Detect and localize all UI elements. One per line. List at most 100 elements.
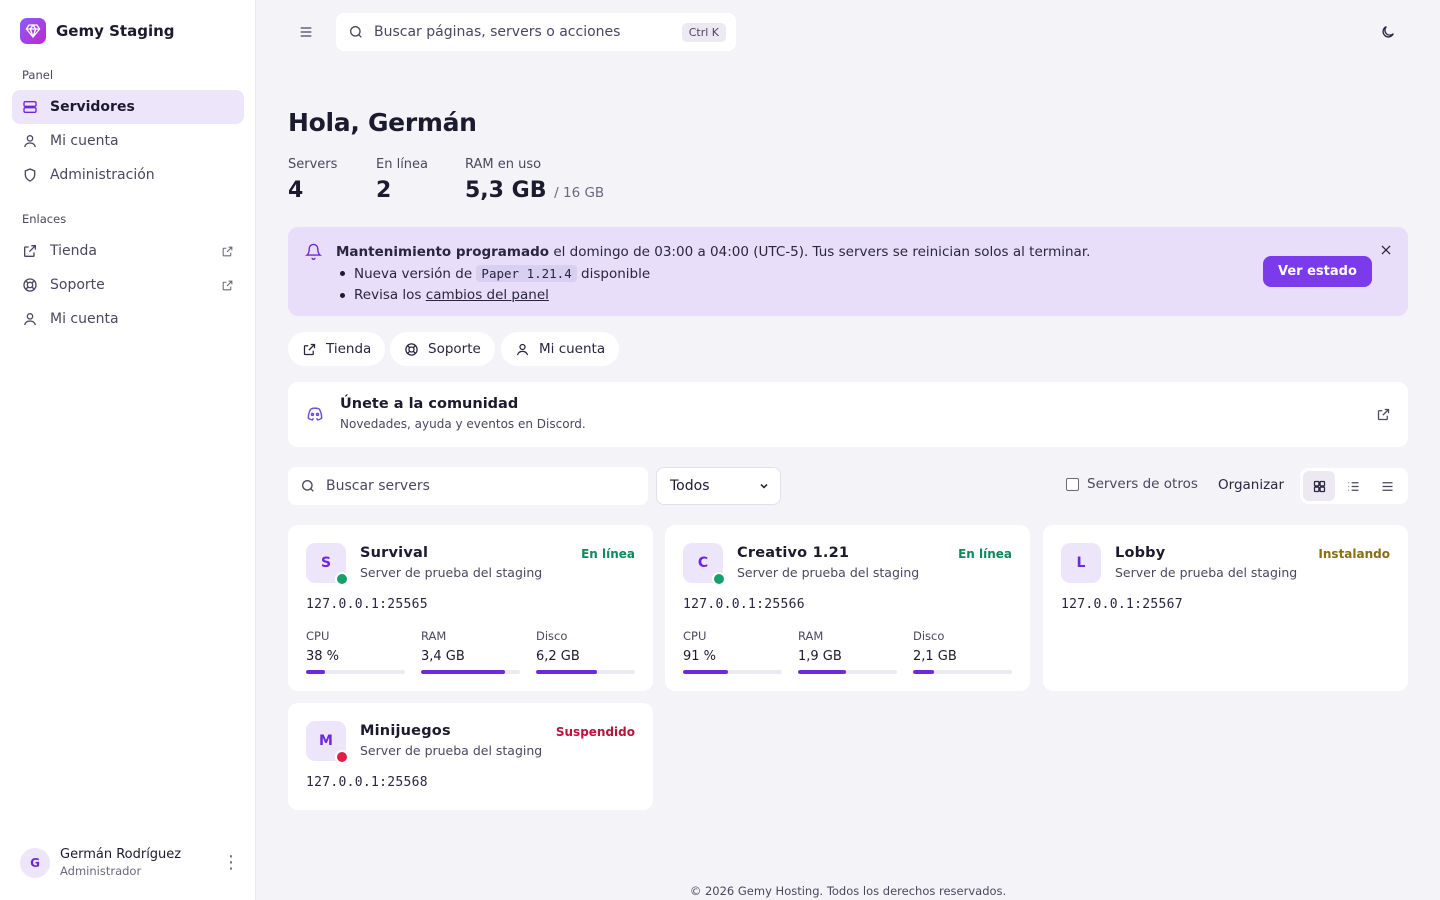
view-status-button[interactable]: Ver estado xyxy=(1263,256,1372,287)
theme-toggle-button[interactable] xyxy=(1380,24,1396,44)
sidebar-item-administracion[interactable]: Administración xyxy=(12,158,244,192)
progress-bar xyxy=(913,670,1012,674)
server-avatar: M xyxy=(306,721,349,764)
user-icon xyxy=(516,343,529,355)
others-label: Servers de otros xyxy=(1087,476,1198,492)
server-address[interactable]: 127.0.0.1:25568 xyxy=(306,775,428,790)
stat-value-wrap: 5,3 GB / 16 GB xyxy=(465,178,604,203)
server-avatar: S xyxy=(306,543,349,586)
stat-label: En línea xyxy=(376,157,429,172)
page-title: Hola, Germán xyxy=(288,108,477,137)
banner-text: Mantenimiento programado el domingo de 0… xyxy=(336,242,1090,306)
sidebar-link-soporte[interactable]: Soporte xyxy=(12,268,244,302)
others-checkbox[interactable] xyxy=(1066,477,1079,491)
lifebuoy-icon xyxy=(405,342,418,356)
more-vertical-icon[interactable]: ⋮ xyxy=(222,853,240,872)
server-search-input[interactable]: Buscar servers xyxy=(288,467,648,505)
stat-sub: / 16 GB xyxy=(554,185,605,201)
progress-bar xyxy=(306,670,405,674)
quick-link-label: Soporte xyxy=(428,341,481,357)
brand[interactable]: Gemy Staging xyxy=(20,18,175,44)
user-profile[interactable]: G Germán Rodríguez Administrador ⋮ xyxy=(20,847,240,878)
version-code: Paper 1.21.4 xyxy=(476,265,577,282)
metric-value: 2,1 GB xyxy=(913,649,957,664)
moon-icon xyxy=(1382,26,1394,38)
sidebar-link-mi-cuenta[interactable]: Mi cuenta xyxy=(12,302,244,336)
nav-section-panel: Panel xyxy=(22,68,54,82)
user-icon xyxy=(24,135,36,148)
list-view-button[interactable] xyxy=(1337,471,1369,501)
metric-disk: Disco 6,2 GB xyxy=(536,629,635,674)
metric-value: 1,9 GB xyxy=(798,649,842,664)
maintenance-banner: Mantenimiento programado el domingo de 0… xyxy=(288,227,1408,316)
user-role: Administrador xyxy=(60,864,142,878)
changelog-link[interactable]: cambios del panel xyxy=(426,287,549,303)
metric-disk: Disco 2,1 GB xyxy=(913,629,1012,674)
server-name: Survival xyxy=(360,545,429,561)
banner-title: Mantenimiento programado xyxy=(336,244,550,260)
progress-fill xyxy=(798,670,846,674)
menu-toggle-button[interactable] xyxy=(298,24,314,44)
status-badge: En línea xyxy=(958,547,1012,561)
banner-item-text: Nueva versión de xyxy=(354,266,477,282)
quick-link-soporte[interactable]: Soporte xyxy=(390,332,495,366)
sidebar-link-tienda[interactable]: Tienda xyxy=(12,234,244,268)
metric-cpu: CPU 91 % xyxy=(683,629,782,674)
server-description: Server de prueba del staging xyxy=(737,565,920,580)
metric-value: 3,4 GB xyxy=(421,649,465,664)
global-search-input[interactable]: Buscar páginas, servers o acciones Ctrl … xyxy=(336,13,736,51)
banner-list-item: Nueva versión de Paper 1.21.4 disponible xyxy=(336,263,1090,285)
server-card-minijuegos[interactable]: M Minijuegos Server de prueba del stagin… xyxy=(288,703,653,810)
grid-icon xyxy=(1313,480,1325,492)
close-banner-button[interactable] xyxy=(1379,243,1393,261)
search-icon xyxy=(302,480,314,492)
organize-button[interactable]: Organizar xyxy=(1218,477,1284,493)
compact-view-button[interactable] xyxy=(1371,471,1403,501)
status-badge: Suspendido xyxy=(555,725,635,739)
sidebar-item-label: Soporte xyxy=(50,277,105,293)
sidebar-item-mi-cuenta[interactable]: Mi cuenta xyxy=(12,124,244,158)
discord-icon xyxy=(307,407,323,421)
quick-link-tienda[interactable]: Tienda xyxy=(288,332,386,366)
view-mode-toggle xyxy=(1300,468,1408,504)
server-name: Minijuegos xyxy=(360,723,451,739)
server-address[interactable]: 127.0.0.1:25566 xyxy=(683,597,805,612)
banner-message: Mantenimiento programado el domingo de 0… xyxy=(336,242,1090,262)
server-address[interactable]: 127.0.0.1:25565 xyxy=(306,597,428,612)
metric-ram: RAM 1,9 GB xyxy=(798,629,897,674)
server-name: Creativo 1.21 xyxy=(737,545,850,561)
external-link-icon xyxy=(24,245,36,257)
server-initial: M xyxy=(319,733,333,749)
select-value: Todos xyxy=(670,478,710,494)
server-address[interactable]: 127.0.0.1:25567 xyxy=(1061,597,1183,612)
sidebar-item-servidores[interactable]: Servidores xyxy=(12,90,244,124)
progress-fill xyxy=(683,670,728,674)
stat-value: 5,3 GB xyxy=(465,178,547,203)
external-link-icon xyxy=(1377,408,1390,421)
gem-logo-icon xyxy=(20,18,46,44)
avatar: G xyxy=(20,847,50,878)
banner-list: Nueva versión de Paper 1.21.4 disponible… xyxy=(336,263,1090,306)
community-subtitle: Novedades, ayuda y eventos en Discord. xyxy=(340,417,586,431)
progress-bar xyxy=(421,670,520,674)
banner-item-text: Revisa los xyxy=(354,287,426,303)
quick-link-mi-cuenta[interactable]: Mi cuenta xyxy=(501,332,620,366)
sidebar-item-label: Servidores xyxy=(50,99,135,115)
search-icon xyxy=(350,26,362,38)
grid-view-button[interactable] xyxy=(1303,471,1335,501)
status-dot xyxy=(712,572,726,586)
server-card-survival[interactable]: S Survival Server de prueba del staging … xyxy=(288,525,653,691)
server-card-creativo[interactable]: C Creativo 1.21 Server de prueba del sta… xyxy=(665,525,1030,691)
footer-text: © 2026 Gemy Hosting. Todos los derechos … xyxy=(689,884,1007,898)
server-card-lobby[interactable]: L Lobby Server de prueba del staging Ins… xyxy=(1043,525,1408,691)
search-placeholder: Buscar servers xyxy=(326,478,430,494)
hamburger-icon xyxy=(300,27,312,37)
stat-online: En línea 2 xyxy=(376,157,428,203)
quick-link-label: Mi cuenta xyxy=(539,341,606,357)
others-servers-toggle[interactable]: Servers de otros xyxy=(1066,476,1198,492)
server-initial: C xyxy=(697,555,709,571)
metric-ram: RAM 3,4 GB xyxy=(421,629,520,674)
status-filter-select[interactable]: Todos xyxy=(656,467,781,505)
community-card[interactable]: Únete a la comunidad Novedades, ayuda y … xyxy=(288,382,1408,447)
community-title: Únete a la comunidad xyxy=(340,396,519,412)
